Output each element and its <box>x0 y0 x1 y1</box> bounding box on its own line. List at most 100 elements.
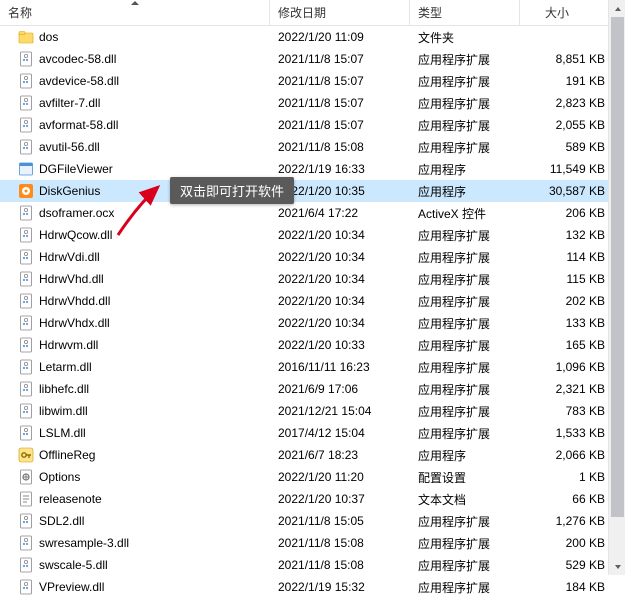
file-size-cell: 1,533 KB <box>520 426 615 440</box>
ini-icon <box>18 469 34 485</box>
folder-icon <box>18 29 34 45</box>
file-row[interactable]: OfflineReg2021/6/7 18:23应用程序2,066 KB <box>0 444 625 466</box>
file-type-cell: 应用程序扩展 <box>410 513 520 530</box>
file-name-cell[interactable]: HdrwVdi.dll <box>0 249 270 265</box>
file-name-cell[interactable]: swscale-5.dll <box>0 557 270 573</box>
file-row[interactable]: avformat-58.dll2021/11/8 15:07应用程序扩展2,05… <box>0 114 625 136</box>
file-name-label: VPreview.dll <box>39 580 104 594</box>
file-name-cell[interactable]: avutil-56.dll <box>0 139 270 155</box>
scrollbar-thumb[interactable] <box>611 17 624 517</box>
file-row[interactable]: SDL2.dll2021/11/8 15:05应用程序扩展1,276 KB <box>0 510 625 532</box>
scrollbar-track[interactable] <box>609 17 625 558</box>
file-row[interactable]: DGFileViewer2022/1/19 16:33应用程序11,549 KB <box>0 158 625 180</box>
file-name-cell[interactable]: HdrwVhdd.dll <box>0 293 270 309</box>
file-row[interactable]: swscale-5.dll2021/11/8 15:08应用程序扩展529 KB <box>0 554 625 576</box>
file-date-cell: 2021/11/8 15:05 <box>270 514 410 528</box>
file-date-cell: 2021/11/8 15:08 <box>270 558 410 572</box>
file-size-cell: 11,549 KB <box>520 162 615 176</box>
dll-icon <box>18 425 34 441</box>
dll-icon <box>18 579 34 595</box>
file-row[interactable]: libhefc.dll2021/6/9 17:06应用程序扩展2,321 KB <box>0 378 625 400</box>
file-name-cell[interactable]: dos <box>0 29 270 45</box>
file-type-cell: 应用程序 <box>410 183 520 200</box>
file-date-cell: 2021/6/4 17:22 <box>270 206 410 220</box>
column-header-date[interactable]: 修改日期 <box>270 0 410 25</box>
file-date-cell: 2022/1/20 11:20 <box>270 470 410 484</box>
file-row[interactable]: DiskGenius2022/1/20 10:35应用程序30,587 KB <box>0 180 625 202</box>
dll-icon <box>18 403 34 419</box>
file-name-cell[interactable]: Letarm.dll <box>0 359 270 375</box>
dll-icon <box>18 359 34 375</box>
file-name-cell[interactable]: OfflineReg <box>0 447 270 463</box>
file-row[interactable]: avdevice-58.dll2021/11/8 15:07应用程序扩展191 … <box>0 70 625 92</box>
file-row[interactable]: LSLM.dll2017/4/12 15:04应用程序扩展1,533 KB <box>0 422 625 444</box>
file-type-cell: 应用程序 <box>410 161 520 178</box>
file-name-cell[interactable]: libwim.dll <box>0 403 270 419</box>
file-type-cell: 应用程序扩展 <box>410 293 520 310</box>
file-name-cell[interactable]: Options <box>0 469 270 485</box>
column-header-name[interactable]: 名称 <box>0 0 270 25</box>
file-row[interactable]: HdrwQcow.dll2022/1/20 10:34应用程序扩展132 KB <box>0 224 625 246</box>
column-header-size[interactable]: 大小 <box>520 0 615 25</box>
file-name-cell[interactable]: avformat-58.dll <box>0 117 270 133</box>
file-name-cell[interactable]: VPreview.dll <box>0 579 270 595</box>
file-name-cell[interactable]: libhefc.dll <box>0 381 270 397</box>
file-name-cell[interactable]: releasenote <box>0 491 270 507</box>
file-date-cell: 2022/1/20 10:34 <box>270 272 410 286</box>
file-row[interactable]: HdrwVhd.dll2022/1/20 10:34应用程序扩展115 KB <box>0 268 625 290</box>
file-date-cell: 2022/1/20 10:37 <box>270 492 410 506</box>
file-type-cell: 文本文档 <box>410 491 520 508</box>
sort-ascending-icon <box>131 1 139 5</box>
file-size-cell: 132 KB <box>520 228 615 242</box>
file-row[interactable]: HdrwVhdd.dll2022/1/20 10:34应用程序扩展202 KB <box>0 290 625 312</box>
file-type-cell: 文件夹 <box>410 29 520 46</box>
file-row[interactable]: Letarm.dll2016/11/11 16:23应用程序扩展1,096 KB <box>0 356 625 378</box>
file-row[interactable]: VPreview.dll2022/1/19 15:32应用程序扩展184 KB <box>0 576 625 598</box>
file-name-cell[interactable]: swresample-3.dll <box>0 535 270 551</box>
file-name-cell[interactable]: LSLM.dll <box>0 425 270 441</box>
file-size-cell: 184 KB <box>520 580 615 594</box>
file-name-label: HdrwVhdx.dll <box>39 316 110 330</box>
file-name-label: avutil-56.dll <box>39 140 100 154</box>
file-row[interactable]: swresample-3.dll2021/11/8 15:08应用程序扩展200… <box>0 532 625 554</box>
file-type-cell: 应用程序扩展 <box>410 95 520 112</box>
file-row[interactable]: libwim.dll2021/12/21 15:04应用程序扩展783 KB <box>0 400 625 422</box>
vertical-scrollbar[interactable] <box>608 0 625 575</box>
file-row[interactable]: HdrwVhdx.dll2022/1/20 10:34应用程序扩展133 KB <box>0 312 625 334</box>
file-row[interactable]: dos2022/1/20 11:09文件夹 <box>0 26 625 48</box>
column-header-date-label: 修改日期 <box>278 4 326 21</box>
column-header-type[interactable]: 类型 <box>410 0 520 25</box>
dll-icon <box>18 73 34 89</box>
file-name-cell[interactable]: avcodec-58.dll <box>0 51 270 67</box>
dll-icon <box>18 381 34 397</box>
file-name-cell[interactable]: DGFileViewer <box>0 161 270 177</box>
file-date-cell: 2021/11/8 15:08 <box>270 140 410 154</box>
file-row[interactable]: avutil-56.dll2021/11/8 15:08应用程序扩展589 KB <box>0 136 625 158</box>
file-name-cell[interactable]: Hdrwvm.dll <box>0 337 270 353</box>
file-row[interactable]: avcodec-58.dll2021/11/8 15:07应用程序扩展8,851… <box>0 48 625 70</box>
file-name-cell[interactable]: avdevice-58.dll <box>0 73 270 89</box>
file-date-cell: 2022/1/20 10:34 <box>270 250 410 264</box>
dll-icon <box>18 51 34 67</box>
file-name-cell[interactable]: dsoframer.ocx <box>0 205 270 221</box>
file-row[interactable]: Hdrwvm.dll2022/1/20 10:33应用程序扩展165 KB <box>0 334 625 356</box>
file-name-cell[interactable]: HdrwQcow.dll <box>0 227 270 243</box>
file-size-cell: 191 KB <box>520 74 615 88</box>
dll-icon <box>18 205 34 221</box>
file-row[interactable]: avfilter-7.dll2021/11/8 15:07应用程序扩展2,823… <box>0 92 625 114</box>
file-name-cell[interactable]: SDL2.dll <box>0 513 270 529</box>
file-date-cell: 2022/1/20 10:33 <box>270 338 410 352</box>
file-date-cell: 2021/11/8 15:07 <box>270 96 410 110</box>
file-row[interactable]: Options2022/1/20 11:20配置设置1 KB <box>0 466 625 488</box>
column-header-size-label: 大小 <box>545 4 569 21</box>
file-row[interactable]: HdrwVdi.dll2022/1/20 10:34应用程序扩展114 KB <box>0 246 625 268</box>
file-name-cell[interactable]: avfilter-7.dll <box>0 95 270 111</box>
scroll-up-button[interactable] <box>609 0 625 17</box>
file-row[interactable]: dsoframer.ocx2021/6/4 17:22ActiveX 控件206… <box>0 202 625 224</box>
file-name-cell[interactable]: HdrwVhd.dll <box>0 271 270 287</box>
file-type-cell: 应用程序扩展 <box>410 359 520 376</box>
file-row[interactable]: releasenote2022/1/20 10:37文本文档66 KB <box>0 488 625 510</box>
dll-icon <box>18 271 34 287</box>
file-name-cell[interactable]: HdrwVhdx.dll <box>0 315 270 331</box>
scroll-down-button[interactable] <box>609 558 625 575</box>
